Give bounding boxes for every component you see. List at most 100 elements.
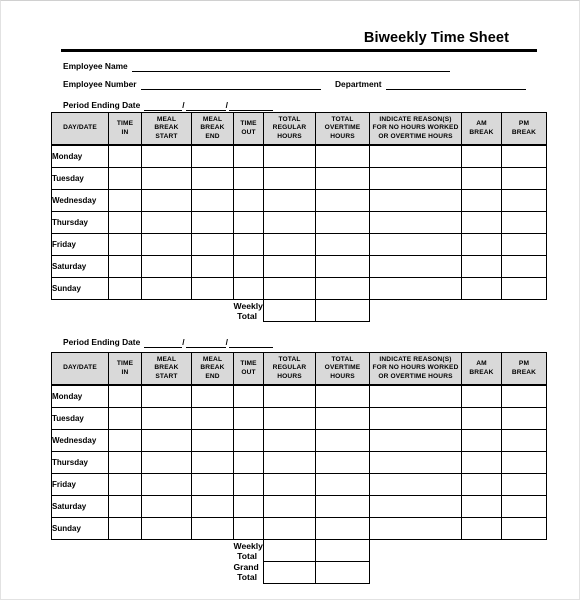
period-ending-date-field-2[interactable]: Period Ending Date / / xyxy=(63,337,273,348)
cell-time-in[interactable] xyxy=(108,472,142,496)
cell-total-regular-hours[interactable] xyxy=(263,232,316,256)
cell-am-break[interactable] xyxy=(461,188,502,212)
cell-reason[interactable] xyxy=(369,210,462,234)
period-ending-date-field-1[interactable]: Period Ending Date / / xyxy=(63,100,273,111)
cell-time-out[interactable] xyxy=(233,276,264,300)
cell-time-in[interactable] xyxy=(108,254,142,278)
weekly-total-regular-box[interactable] xyxy=(263,538,316,562)
cell-meal-break-end[interactable] xyxy=(191,516,234,540)
cell-total-regular-hours[interactable] xyxy=(263,494,316,518)
period2-day-input[interactable] xyxy=(185,339,226,348)
cell-total-regular-hours[interactable] xyxy=(263,276,316,300)
cell-time-out[interactable] xyxy=(233,450,264,474)
cell-total-regular-hours[interactable] xyxy=(263,254,316,278)
cell-pm-break[interactable] xyxy=(501,276,547,300)
cell-reason[interactable] xyxy=(369,472,462,496)
cell-meal-break-start[interactable] xyxy=(141,144,192,168)
cell-total-overtime-hours[interactable] xyxy=(315,188,370,212)
cell-meal-break-end[interactable] xyxy=(191,232,234,256)
cell-pm-break[interactable] xyxy=(501,428,547,452)
cell-reason[interactable] xyxy=(369,516,462,540)
cell-total-regular-hours[interactable] xyxy=(263,450,316,474)
cell-pm-break[interactable] xyxy=(501,254,547,278)
cell-am-break[interactable] xyxy=(461,166,502,190)
cell-meal-break-start[interactable] xyxy=(141,384,192,408)
cell-meal-break-end[interactable] xyxy=(191,494,234,518)
cell-meal-break-end[interactable] xyxy=(191,406,234,430)
cell-total-overtime-hours[interactable] xyxy=(315,210,370,234)
cell-meal-break-end[interactable] xyxy=(191,276,234,300)
cell-total-overtime-hours[interactable] xyxy=(315,516,370,540)
period2-month-input[interactable] xyxy=(144,339,183,348)
cell-total-regular-hours[interactable] xyxy=(263,428,316,452)
cell-am-break[interactable] xyxy=(461,472,502,496)
cell-meal-break-end[interactable] xyxy=(191,472,234,496)
cell-total-regular-hours[interactable] xyxy=(263,144,316,168)
cell-time-out[interactable] xyxy=(233,406,264,430)
cell-time-in[interactable] xyxy=(108,210,142,234)
employee-name-input[interactable] xyxy=(131,63,450,72)
cell-total-overtime-hours[interactable] xyxy=(315,232,370,256)
cell-time-out[interactable] xyxy=(233,494,264,518)
period2-year-input[interactable] xyxy=(228,339,273,348)
cell-am-break[interactable] xyxy=(461,384,502,408)
cell-am-break[interactable] xyxy=(461,210,502,234)
cell-total-overtime-hours[interactable] xyxy=(315,472,370,496)
cell-reason[interactable] xyxy=(369,450,462,474)
cell-total-overtime-hours[interactable] xyxy=(315,494,370,518)
cell-total-overtime-hours[interactable] xyxy=(315,254,370,278)
cell-am-break[interactable] xyxy=(461,516,502,540)
cell-meal-break-start[interactable] xyxy=(141,166,192,190)
cell-am-break[interactable] xyxy=(461,450,502,474)
cell-time-out[interactable] xyxy=(233,384,264,408)
cell-meal-break-end[interactable] xyxy=(191,210,234,234)
cell-total-regular-hours[interactable] xyxy=(263,384,316,408)
cell-meal-break-start[interactable] xyxy=(141,494,192,518)
cell-total-overtime-hours[interactable] xyxy=(315,276,370,300)
cell-reason[interactable] xyxy=(369,144,462,168)
cell-total-regular-hours[interactable] xyxy=(263,472,316,496)
cell-total-overtime-hours[interactable] xyxy=(315,144,370,168)
cell-meal-break-start[interactable] xyxy=(141,472,192,496)
cell-time-in[interactable] xyxy=(108,232,142,256)
cell-pm-break[interactable] xyxy=(501,166,547,190)
cell-meal-break-start[interactable] xyxy=(141,406,192,430)
cell-total-regular-hours[interactable] xyxy=(263,166,316,190)
cell-time-out[interactable] xyxy=(233,428,264,452)
department-input[interactable] xyxy=(385,81,526,90)
employee-number-input[interactable] xyxy=(140,81,321,90)
cell-reason[interactable] xyxy=(369,428,462,452)
cell-meal-break-start[interactable] xyxy=(141,210,192,234)
cell-reason[interactable] xyxy=(369,494,462,518)
cell-time-in[interactable] xyxy=(108,276,142,300)
period1-day-input[interactable] xyxy=(185,102,226,111)
cell-time-in[interactable] xyxy=(108,406,142,430)
cell-reason[interactable] xyxy=(369,276,462,300)
cell-meal-break-end[interactable] xyxy=(191,188,234,212)
cell-total-overtime-hours[interactable] xyxy=(315,428,370,452)
cell-am-break[interactable] xyxy=(461,254,502,278)
cell-time-out[interactable] xyxy=(233,516,264,540)
weekly-total-overtime-box[interactable] xyxy=(315,538,370,562)
cell-am-break[interactable] xyxy=(461,276,502,300)
cell-meal-break-start[interactable] xyxy=(141,232,192,256)
cell-meal-break-end[interactable] xyxy=(191,254,234,278)
cell-time-out[interactable] xyxy=(233,210,264,234)
cell-reason[interactable] xyxy=(369,384,462,408)
cell-pm-break[interactable] xyxy=(501,232,547,256)
cell-total-regular-hours[interactable] xyxy=(263,188,316,212)
cell-pm-break[interactable] xyxy=(501,516,547,540)
cell-time-out[interactable] xyxy=(233,166,264,190)
cell-reason[interactable] xyxy=(369,254,462,278)
cell-meal-break-end[interactable] xyxy=(191,144,234,168)
cell-meal-break-start[interactable] xyxy=(141,428,192,452)
department-field[interactable]: Department xyxy=(335,79,526,90)
cell-pm-break[interactable] xyxy=(501,210,547,234)
employee-name-field[interactable]: Employee Name xyxy=(63,61,450,72)
cell-total-overtime-hours[interactable] xyxy=(315,166,370,190)
employee-number-field[interactable]: Employee Number xyxy=(63,79,321,90)
cell-time-out[interactable] xyxy=(233,188,264,212)
weekly-total-overtime-box[interactable] xyxy=(315,298,370,322)
cell-total-regular-hours[interactable] xyxy=(263,406,316,430)
cell-time-in[interactable] xyxy=(108,428,142,452)
